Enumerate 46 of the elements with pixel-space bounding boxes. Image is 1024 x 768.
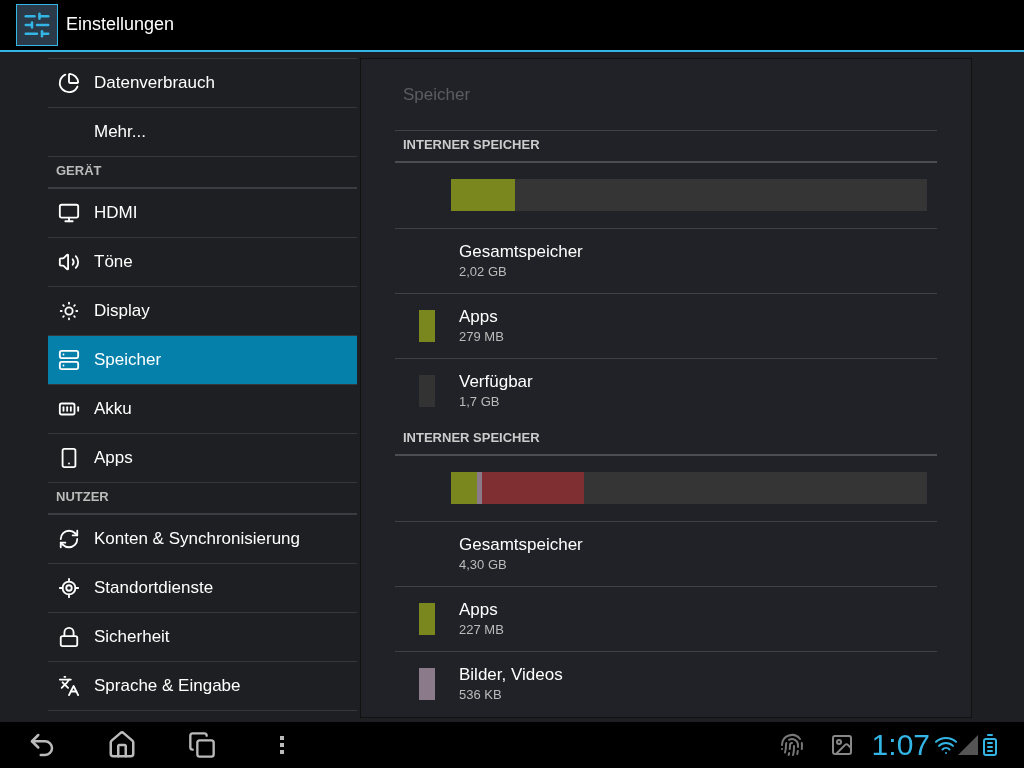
section-header: INTERNER SPEICHER — [403, 136, 540, 155]
pie-chart-icon — [58, 71, 80, 94]
recent-apps-icon — [188, 730, 216, 759]
sidebar-item[interactable]: Datenverbrauch — [48, 58, 357, 108]
sidebar-item[interactable]: Apps — [48, 433, 357, 483]
storage-icon — [58, 348, 80, 371]
sidebar-item[interactable]: Konten & Synchronisierung — [48, 514, 357, 564]
sidebar-item[interactable]: Töne — [48, 237, 357, 287]
settings-app-icon[interactable] — [16, 3, 58, 46]
lock-icon — [58, 625, 80, 648]
sidebar-item[interactable]: Display — [48, 286, 357, 336]
section-header: NUTZER — [56, 488, 109, 507]
storage-size: 4,30 GB — [459, 555, 508, 574]
location-icon — [58, 576, 80, 599]
brightness-icon — [58, 299, 80, 322]
storage-size: 536 KB — [459, 686, 503, 705]
sidebar-item[interactable]: Speicher — [48, 335, 357, 385]
storage-size: 2,02 GB — [459, 262, 508, 281]
storage-label: Verfügbar — [459, 371, 533, 394]
storage-label: Bilder, Videos — [459, 664, 563, 687]
monitor-icon — [58, 201, 80, 224]
sidebar-item[interactable]: Sicherheit — [48, 612, 357, 662]
sidebar-item[interactable]: Mehr... — [48, 107, 357, 157]
storage-size: 279 MB — [459, 327, 504, 346]
panel-title: Speicher — [403, 83, 471, 106]
storage-size: 227 MB — [459, 620, 504, 639]
app-title: Einstellungen — [66, 13, 175, 37]
fingerprint-icon[interactable] — [779, 732, 804, 757]
section-header: GERÄT — [56, 162, 102, 181]
signal-icon — [958, 734, 978, 755]
language-icon — [58, 674, 80, 697]
storage-label: Gesamtspeicher — [459, 533, 583, 556]
storage-size: 1,7 GB — [459, 393, 501, 412]
sidebar-item[interactable]: HDMI — [48, 188, 357, 238]
sidebar-item[interactable]: Sprache & Eingabe — [48, 661, 357, 711]
storage-label: Apps — [459, 305, 499, 328]
sidebar-item[interactable]: Standortdienste — [48, 563, 357, 613]
home-icon — [107, 729, 137, 760]
image-icon[interactable] — [829, 732, 854, 757]
sync-icon — [58, 527, 80, 550]
section-header: INTERNER SPEICHER — [403, 429, 540, 448]
sidebar-item[interactable]: Akku — [48, 384, 357, 434]
storage-label: Gesamtspeicher — [459, 240, 583, 263]
clock: 1:07 — [871, 727, 930, 764]
menu-icon — [280, 735, 284, 754]
storage-label: Apps — [459, 598, 499, 621]
